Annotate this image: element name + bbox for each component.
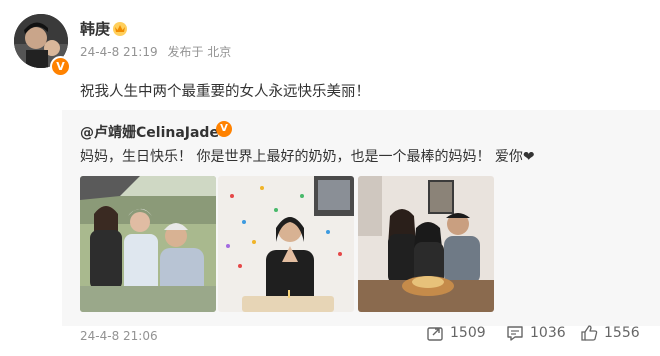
verified-badge-icon: V — [50, 56, 71, 77]
post-location: 发布于 北京 — [167, 45, 232, 59]
photo-group-outdoor — [80, 176, 216, 312]
share-button[interactable]: 1509 — [426, 324, 486, 342]
post-text: 祝我人生中两个最重要的女人永远快乐美丽！ — [80, 84, 370, 100]
post-meta: 24-4-8 21:19 发布于 北京 — [80, 43, 237, 60]
thumbs-up-icon — [581, 325, 598, 341]
like-count: 1556 — [604, 325, 640, 341]
comment-count: 1036 — [530, 325, 566, 341]
repost-photo-3[interactable] — [358, 176, 494, 312]
photo-birthday-cake — [218, 176, 354, 312]
post-time[interactable]: 24-4-8 21:19 — [80, 45, 158, 59]
share-icon — [427, 327, 443, 341]
repost-author-mention[interactable]: @卢靖姗CelinaJade — [80, 122, 219, 142]
crown-badge-icon[interactable] — [111, 19, 129, 37]
like-button[interactable]: 1556 — [580, 324, 640, 342]
repost-author-name[interactable]: @卢靖姗CelinaJade — [80, 125, 219, 141]
photo-family-dinner — [358, 176, 494, 312]
author-name[interactable]: 韩庚 — [80, 18, 110, 39]
repost-photo-1[interactable] — [80, 176, 216, 312]
share-count: 1509 — [450, 325, 486, 341]
repost-text: 妈妈，生日快乐！ 你是世界上最好的奶奶，也是一个最棒的妈妈！ 爱你❤ — [80, 149, 535, 165]
repost-verified-badge-icon: V — [216, 121, 232, 137]
repost-time[interactable]: 24-4-8 21:06 — [80, 329, 158, 343]
comment-button[interactable]: 1036 — [506, 324, 566, 342]
repost-photo-2[interactable] — [218, 176, 354, 312]
comment-icon — [507, 326, 523, 341]
